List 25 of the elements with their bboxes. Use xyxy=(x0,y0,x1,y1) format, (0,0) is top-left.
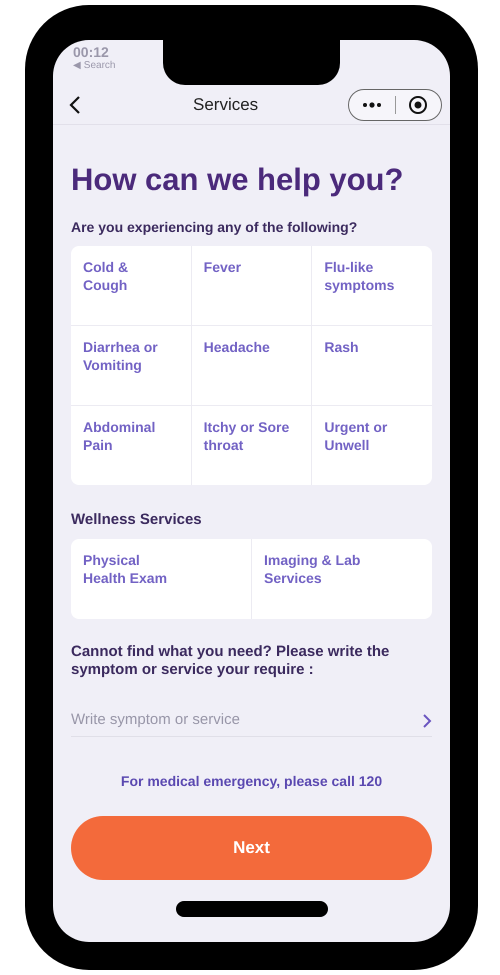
option-tile[interactable]: Headache xyxy=(192,326,312,405)
section-title: Wellness Services xyxy=(71,511,203,529)
option-tile[interactable]: Fever xyxy=(192,246,312,325)
option-tile[interactable]: Rash xyxy=(312,326,432,405)
option-tile[interactable]: Flu-like symptoms xyxy=(312,246,432,325)
option-tile[interactable]: Cold & Cough xyxy=(71,246,191,325)
back-icon xyxy=(69,94,81,114)
option-tile[interactable]: Abdominal Pain xyxy=(71,406,191,485)
option-tile[interactable]: Itchy or Sore throat xyxy=(192,406,312,485)
page-heading: How can we help you? xyxy=(71,161,404,199)
emergency-note: For medical emergency, please call 120 xyxy=(120,772,382,791)
nav-title: Services xyxy=(193,94,258,116)
option-tile[interactable]: Urgent or Unwell xyxy=(312,406,432,485)
option-tile[interactable]: Diarrhea or Vomiting xyxy=(71,326,191,405)
symptom-text-input[interactable]: Write symptom or service xyxy=(71,709,422,732)
target-icon xyxy=(408,94,428,114)
option-tile[interactable]: Imaging & Lab Services xyxy=(252,539,432,619)
option-tile[interactable]: Physical Health Exam xyxy=(71,539,251,619)
status-time: 00:12 xyxy=(73,44,110,60)
custom-prompt: Cannot find what you need? Please write the symptom or service your require : xyxy=(71,643,390,679)
next-button[interactable]: Next xyxy=(71,816,432,880)
section-title: Are you experiencing any of the following? xyxy=(71,218,358,236)
status-back-label: ◀ Search xyxy=(73,60,116,72)
more-icon xyxy=(362,102,382,108)
chevron-right-icon xyxy=(422,712,432,728)
